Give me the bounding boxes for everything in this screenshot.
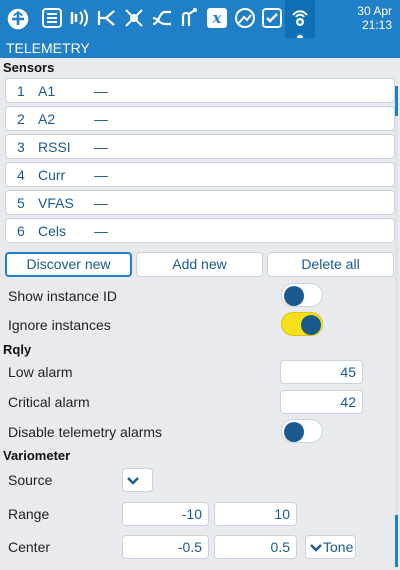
scrollbar-thumb[interactable]	[395, 86, 398, 116]
outputs-icon[interactable]	[122, 6, 146, 30]
menu-list-icon[interactable]	[40, 6, 64, 30]
sensor-value: —	[94, 195, 108, 211]
toggle-knob	[284, 422, 304, 442]
sensor-row-4[interactable]: 4 Curr —	[5, 162, 395, 187]
sensor-number: 4	[17, 167, 25, 183]
source-dropdown[interactable]: —	[122, 468, 153, 510]
show-instance-id-toggle[interactable]	[281, 283, 323, 307]
date-time: 30 Apr 21:13	[357, 4, 392, 32]
sensor-name: RSSI	[38, 139, 71, 155]
sensor-row-2[interactable]: 2 A2 —	[5, 106, 395, 131]
sensor-row-3[interactable]: 3 RSSI —	[5, 134, 395, 159]
sensor-row-6[interactable]: 6 Cels —	[5, 218, 395, 243]
mixer-icon[interactable]	[96, 6, 120, 30]
sensor-value: —	[94, 111, 108, 127]
toggle-knob	[284, 286, 304, 306]
sensor-name: Cels	[38, 223, 67, 239]
add-new-button[interactable]: Add new	[136, 252, 263, 277]
logical-switch-icon[interactable]	[177, 6, 201, 30]
sensor-value: —	[94, 139, 108, 155]
critical-alarm-field[interactable]: 42	[280, 390, 363, 414]
sensor-number: 3	[17, 139, 25, 155]
chevron-down-icon	[310, 544, 322, 552]
ignore-instances-toggle[interactable]	[281, 312, 323, 336]
sensor-number: 1	[17, 83, 25, 99]
scrollbar-indicator	[395, 515, 398, 567]
special-functions-icon[interactable]: x	[205, 6, 229, 30]
sensor-value: —	[94, 223, 108, 239]
checklist-icon[interactable]	[260, 6, 284, 30]
sensor-value: —	[94, 167, 108, 183]
range-label: Range	[8, 506, 50, 522]
low-alarm-label: Low alarm	[8, 364, 73, 380]
radio-wave-icon[interactable]	[68, 6, 92, 30]
sensors-heading: Sensors	[3, 60, 55, 75]
sensor-name: VFAS	[38, 195, 74, 211]
low-alarm-field[interactable]: 45	[280, 360, 363, 384]
center-mode-value: Tone	[323, 539, 354, 555]
center-max-field[interactable]: 0.5	[214, 535, 297, 559]
scrollbar-track[interactable]	[395, 86, 398, 566]
curves-icon[interactable]	[150, 6, 174, 30]
sensor-name: Curr	[38, 167, 66, 183]
source-label: Source	[8, 472, 53, 488]
chevron-down-icon	[127, 477, 139, 485]
show-instance-id-label: Show instance ID	[8, 288, 117, 304]
time-text: 21:13	[361, 18, 392, 32]
center-label: Center	[8, 539, 51, 555]
sensor-row-1[interactable]: 1 A1 —	[5, 78, 395, 103]
disable-alarms-toggle[interactable]	[281, 419, 323, 443]
sensor-number: 6	[17, 223, 25, 239]
discover-new-button[interactable]: Discover new	[5, 252, 132, 277]
toggle-knob	[301, 315, 321, 335]
screens-icon[interactable]	[233, 6, 257, 30]
sensor-number: 2	[17, 111, 25, 127]
sensor-number: 5	[17, 195, 25, 211]
home-icon[interactable]	[4, 5, 32, 33]
range-min-field[interactable]: -10	[122, 502, 209, 526]
page-title: TELEMETRY	[0, 38, 400, 58]
critical-alarm-label: Critical alarm	[8, 394, 90, 410]
sensor-name: A2	[38, 111, 56, 127]
range-max-field[interactable]: 10	[214, 502, 297, 526]
center-min-field[interactable]: -0.5	[122, 535, 209, 559]
rqly-heading: Rqly	[3, 342, 32, 357]
top-bar: x 30 Apr 21:13	[0, 0, 400, 43]
svg-text:x: x	[212, 9, 223, 27]
delete-all-button[interactable]: Delete all	[267, 252, 394, 277]
date-text: 30 Apr	[357, 4, 392, 18]
ignore-instances-label: Ignore instances	[8, 317, 111, 333]
sensor-value: —	[94, 83, 108, 99]
sensor-name: A1	[38, 83, 56, 99]
variometer-heading: Variometer	[3, 448, 71, 463]
center-mode-dropdown[interactable]: Tone	[305, 535, 356, 559]
disable-alarms-label: Disable telemetry alarms	[8, 424, 163, 440]
telemetry-icon[interactable]	[288, 6, 312, 30]
sensor-row-5[interactable]: 5 VFAS —	[5, 190, 395, 215]
